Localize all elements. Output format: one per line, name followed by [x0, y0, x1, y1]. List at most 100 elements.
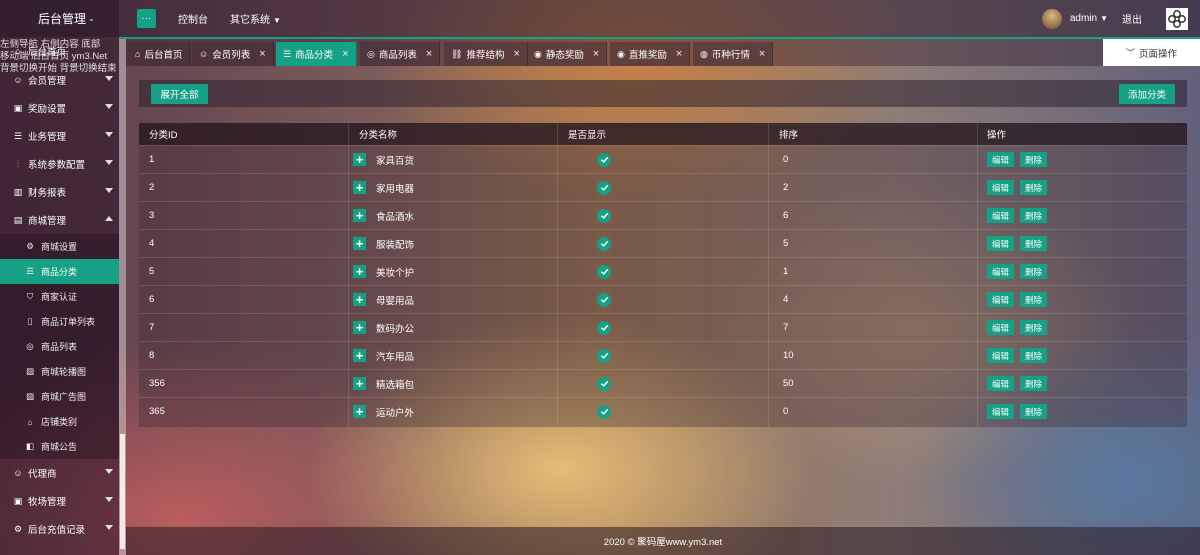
delete-button[interactable]: 删除 [1020, 264, 1048, 279]
sidebar-item-product-list[interactable]: ◎ 商品列表 [0, 334, 119, 359]
check-circle-icon[interactable] [597, 348, 611, 363]
edit-button[interactable]: 编辑 [987, 348, 1015, 363]
sidebar-item-finance[interactable]: ▥ 财务报表 [0, 178, 119, 206]
delete-button[interactable]: 删除 [1020, 320, 1048, 335]
chevron-down-icon: ▼ [1100, 14, 1108, 23]
logout-link[interactable]: 退出 [1122, 11, 1142, 26]
category-table: 分类ID 分类名称 是否显示 排序 操作 1 + 家具百货 0 编辑 删除 2 + 家用电器 2 编… [139, 123, 1187, 427]
visible-cell [597, 202, 611, 229]
check-circle-icon[interactable] [597, 376, 611, 391]
sidebar-item-label: 店铺类别 [41, 417, 78, 427]
expand-all-button[interactable]: 展开全部 [151, 84, 208, 104]
edit-button[interactable]: 编辑 [987, 292, 1015, 307]
expand-plus-icon[interactable]: + [353, 181, 366, 194]
tab-product-category[interactable]: ☰ 商品分类 × [276, 42, 357, 66]
expand-plus-icon[interactable]: + [353, 237, 366, 250]
tab-coin-market[interactable]: ◍ 币种行情 × [693, 42, 774, 66]
top-nav-console[interactable]: 控制台 [178, 11, 208, 26]
expand-plus-icon[interactable]: + [353, 349, 366, 362]
sidebar-item-orders[interactable]: ▯ 商品订单列表 [0, 309, 119, 334]
expand-plus-icon[interactable]: + [353, 405, 366, 418]
sidebar-item-agents[interactable]: ☺ 代理商 [0, 459, 119, 487]
sidebar-item-mall[interactable]: ▤ 商城管理 [0, 206, 119, 234]
check-circle-icon[interactable] [597, 152, 611, 167]
category-id: 3 [149, 210, 155, 221]
expand-plus-icon[interactable]: + [353, 321, 366, 334]
close-icon[interactable]: × [759, 48, 765, 60]
sidebar-item-announcement[interactable]: ◧ 商城公告 [0, 434, 119, 459]
user-menu[interactable]: admin ▼ [1070, 13, 1108, 24]
expand-plus-icon[interactable]: + [353, 377, 366, 390]
tab-home[interactable]: ⌂ 后台首页 [128, 42, 191, 66]
expand-plus-icon[interactable]: + [353, 209, 366, 222]
category-name: 数码办公 [376, 323, 415, 335]
sidebar-item-carousel[interactable]: ▨ 商城轮播图 [0, 359, 119, 384]
marquee-line: 左侧导航 右侧内容 底部 [0, 39, 101, 50]
close-icon[interactable]: × [259, 48, 265, 60]
tab-member-list[interactable]: ☺ 会员列表 × [192, 42, 274, 66]
sidebar-item-store-category[interactable]: ⌂ 店铺类别 [0, 409, 119, 434]
check-circle-icon[interactable] [597, 180, 611, 195]
sidebar-scrollbar[interactable] [119, 39, 126, 555]
check-circle-icon[interactable] [597, 320, 611, 335]
check-circle-icon[interactable] [597, 236, 611, 251]
sidebar-item-product-category[interactable]: ☰ 商品分类 [0, 259, 119, 284]
check-circle-icon[interactable] [597, 264, 611, 279]
sidebar-item-recharge[interactable]: ⚙ 后台充值记录 [0, 515, 119, 543]
category-name: 家用电器 [376, 183, 415, 195]
check-circle-icon[interactable] [597, 292, 611, 307]
delete-button[interactable]: 删除 [1020, 348, 1048, 363]
edit-button[interactable]: 编辑 [987, 376, 1015, 391]
delete-button[interactable]: 删除 [1020, 404, 1048, 419]
sidebar-item-ranch[interactable]: ▣ 牧场管理 [0, 487, 119, 515]
add-category-button[interactable]: 添加分类 [1119, 84, 1175, 104]
edit-button[interactable]: 编辑 [987, 404, 1015, 419]
expand-plus-icon[interactable]: + [353, 265, 366, 278]
edit-button[interactable]: 编辑 [987, 152, 1015, 167]
close-icon[interactable]: × [342, 48, 348, 60]
edit-button[interactable]: 编辑 [987, 236, 1015, 251]
edit-button[interactable]: 编辑 [987, 180, 1015, 195]
top-nav-other-systems[interactable]: 其它系统 ▼ [230, 11, 281, 26]
delete-button[interactable]: 删除 [1020, 152, 1048, 167]
sidebar-item-business[interactable]: ☰ 业务管理 [0, 122, 119, 150]
edit-button[interactable]: 编辑 [987, 208, 1015, 223]
dot-circle-icon: ◉ [534, 48, 542, 59]
delete-button[interactable]: 删除 [1020, 376, 1048, 391]
close-icon[interactable]: × [676, 48, 682, 60]
delete-button[interactable]: 删除 [1020, 236, 1048, 251]
check-circle-icon[interactable] [597, 208, 611, 223]
sidebar-item-rewards[interactable]: ▣ 奖励设置 [0, 94, 119, 122]
sidebar-item-ads[interactable]: ▨ 商城广告图 [0, 384, 119, 409]
expand-plus-icon[interactable]: + [353, 293, 366, 306]
sidebar-item-members[interactable]: ☺ 会员管理 [0, 66, 119, 94]
sort-value: 5 [783, 238, 789, 249]
delete-button[interactable]: 删除 [1020, 208, 1048, 223]
close-icon[interactable]: × [426, 48, 432, 60]
edit-button[interactable]: 编辑 [987, 320, 1015, 335]
menu-toggle-button[interactable]: ··· [137, 9, 156, 28]
close-icon[interactable]: × [513, 48, 519, 60]
delete-button[interactable]: 删除 [1020, 180, 1048, 195]
sort-value: 2 [783, 182, 789, 193]
tab-direct-reward[interactable]: ◉ 直推奖励 × [610, 42, 691, 66]
check-circle-icon[interactable] [597, 404, 611, 419]
sidebar-item-system-config[interactable]: ⫶ 系统参数配置 [0, 150, 119, 178]
category-name-cell: + 运动户外 [353, 398, 414, 425]
actions-cell: 编辑 删除 [987, 314, 1053, 341]
scrollbar-thumb[interactable] [120, 434, 125, 549]
delete-button[interactable]: 删除 [1020, 292, 1048, 307]
avatar[interactable] [1041, 8, 1062, 29]
sidebar-item-merchant-auth[interactable]: ⛉ 商家认证 [0, 284, 119, 309]
sidebar-item-mall-settings[interactable]: ⚙ 商城设置 [0, 234, 119, 259]
close-icon[interactable]: × [593, 48, 599, 60]
tab-product-list[interactable]: ◎ 商品列表 × [360, 42, 441, 66]
chevron-down-icon [105, 497, 113, 502]
tab-referral-structure[interactable]: ⛓ 推荐结构 × [444, 42, 528, 66]
edit-button[interactable]: 编辑 [987, 264, 1015, 279]
expand-plus-icon[interactable]: + [353, 153, 366, 166]
category-name: 家具百货 [376, 155, 415, 167]
page-operations-button[interactable]: ﹀ 页面操作 [1103, 39, 1200, 66]
chevron-down-icon [105, 469, 113, 474]
tab-static-reward[interactable]: ◉ 静态奖励 × [527, 42, 608, 66]
